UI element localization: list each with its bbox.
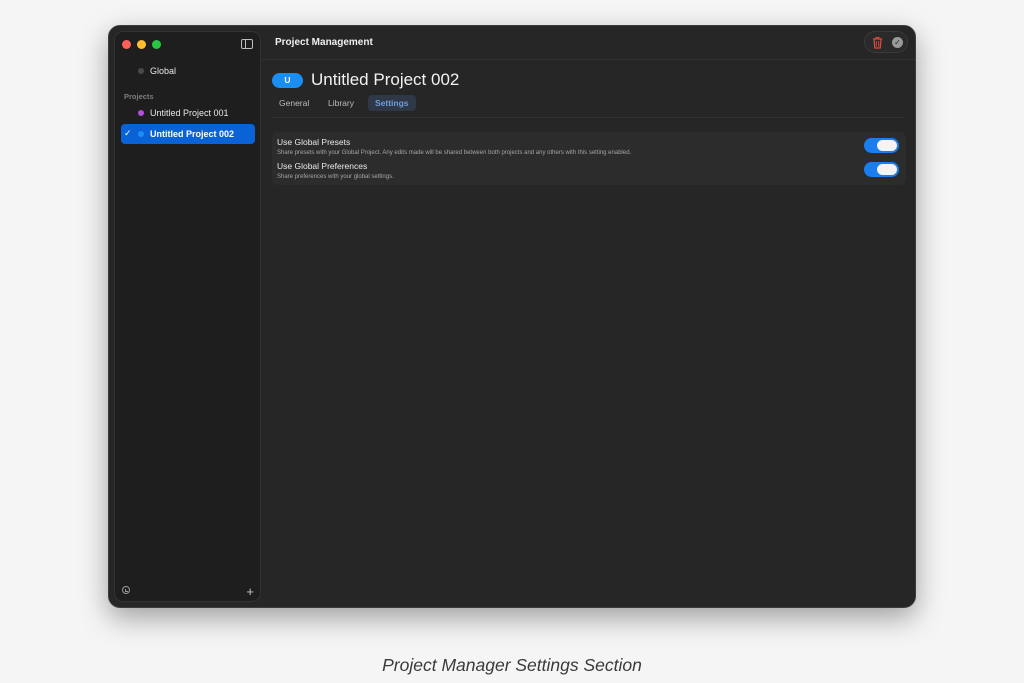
sidebar-toggle-icon[interactable] [241, 39, 253, 49]
global-dot-icon [138, 68, 144, 74]
minimize-window-button[interactable] [137, 40, 146, 49]
add-project-button[interactable]: + [246, 585, 254, 598]
project-title: Untitled Project 002 [311, 70, 460, 89]
setting-title: Use Global Presets [277, 137, 351, 147]
setting-description: Share preferences with your global setti… [277, 174, 394, 180]
sidebar-item-label: Untitled Project 002 [150, 129, 235, 139]
project-color-dot-icon [138, 131, 144, 137]
setting-title: Use Global Preferences [277, 161, 368, 171]
sidebar-item-global[interactable]: Global [121, 61, 255, 81]
window-controls [122, 40, 161, 49]
global-presets-toggle[interactable] [864, 138, 899, 153]
sidebar-item-project-001[interactable]: Untitled Project 001 [121, 103, 255, 123]
setting-row-global-presets: Use Global Presets Share presets with yo… [277, 137, 899, 161]
zoom-window-button[interactable] [152, 40, 161, 49]
global-preferences-toggle[interactable] [864, 162, 899, 177]
toggle-knob [877, 140, 897, 151]
setting-row-global-preferences: Use Global Preferences Share preferences… [277, 161, 899, 185]
sidebar-item-label: Untitled Project 001 [150, 108, 229, 118]
tab-general[interactable]: General [272, 95, 316, 111]
window-title: Project Management [275, 37, 373, 48]
sidebar: Global Projects Untitled Project 001 ✓ U… [114, 31, 261, 602]
sidebar-section-projects: Projects [124, 92, 154, 101]
close-window-button[interactable] [122, 40, 131, 49]
checkmark-circle-icon[interactable]: ✓ [892, 37, 903, 48]
titlebar-divider [262, 59, 915, 60]
tabs-divider [272, 117, 905, 118]
tab-settings[interactable]: Settings [368, 95, 416, 111]
project-color-dot-icon [138, 110, 144, 116]
toggle-knob [877, 164, 897, 175]
project-badge: U [272, 73, 303, 88]
setting-description: Share presets with your Global Project. … [277, 150, 632, 156]
figure-caption: Project Manager Settings Section [382, 655, 642, 675]
tab-library[interactable]: Library [321, 95, 361, 111]
settings-card: Use Global Presets Share presets with yo… [272, 132, 906, 185]
sidebar-item-project-002[interactable]: ✓ Untitled Project 002 [121, 124, 255, 144]
trash-icon[interactable] [872, 36, 883, 49]
clock-icon[interactable] [122, 586, 130, 594]
title-actions-group: ✓ [864, 31, 908, 53]
sidebar-item-label: Global [150, 66, 177, 76]
checkmark-icon: ✓ [124, 128, 132, 138]
app-window: Global Projects Untitled Project 001 ✓ U… [108, 25, 916, 608]
